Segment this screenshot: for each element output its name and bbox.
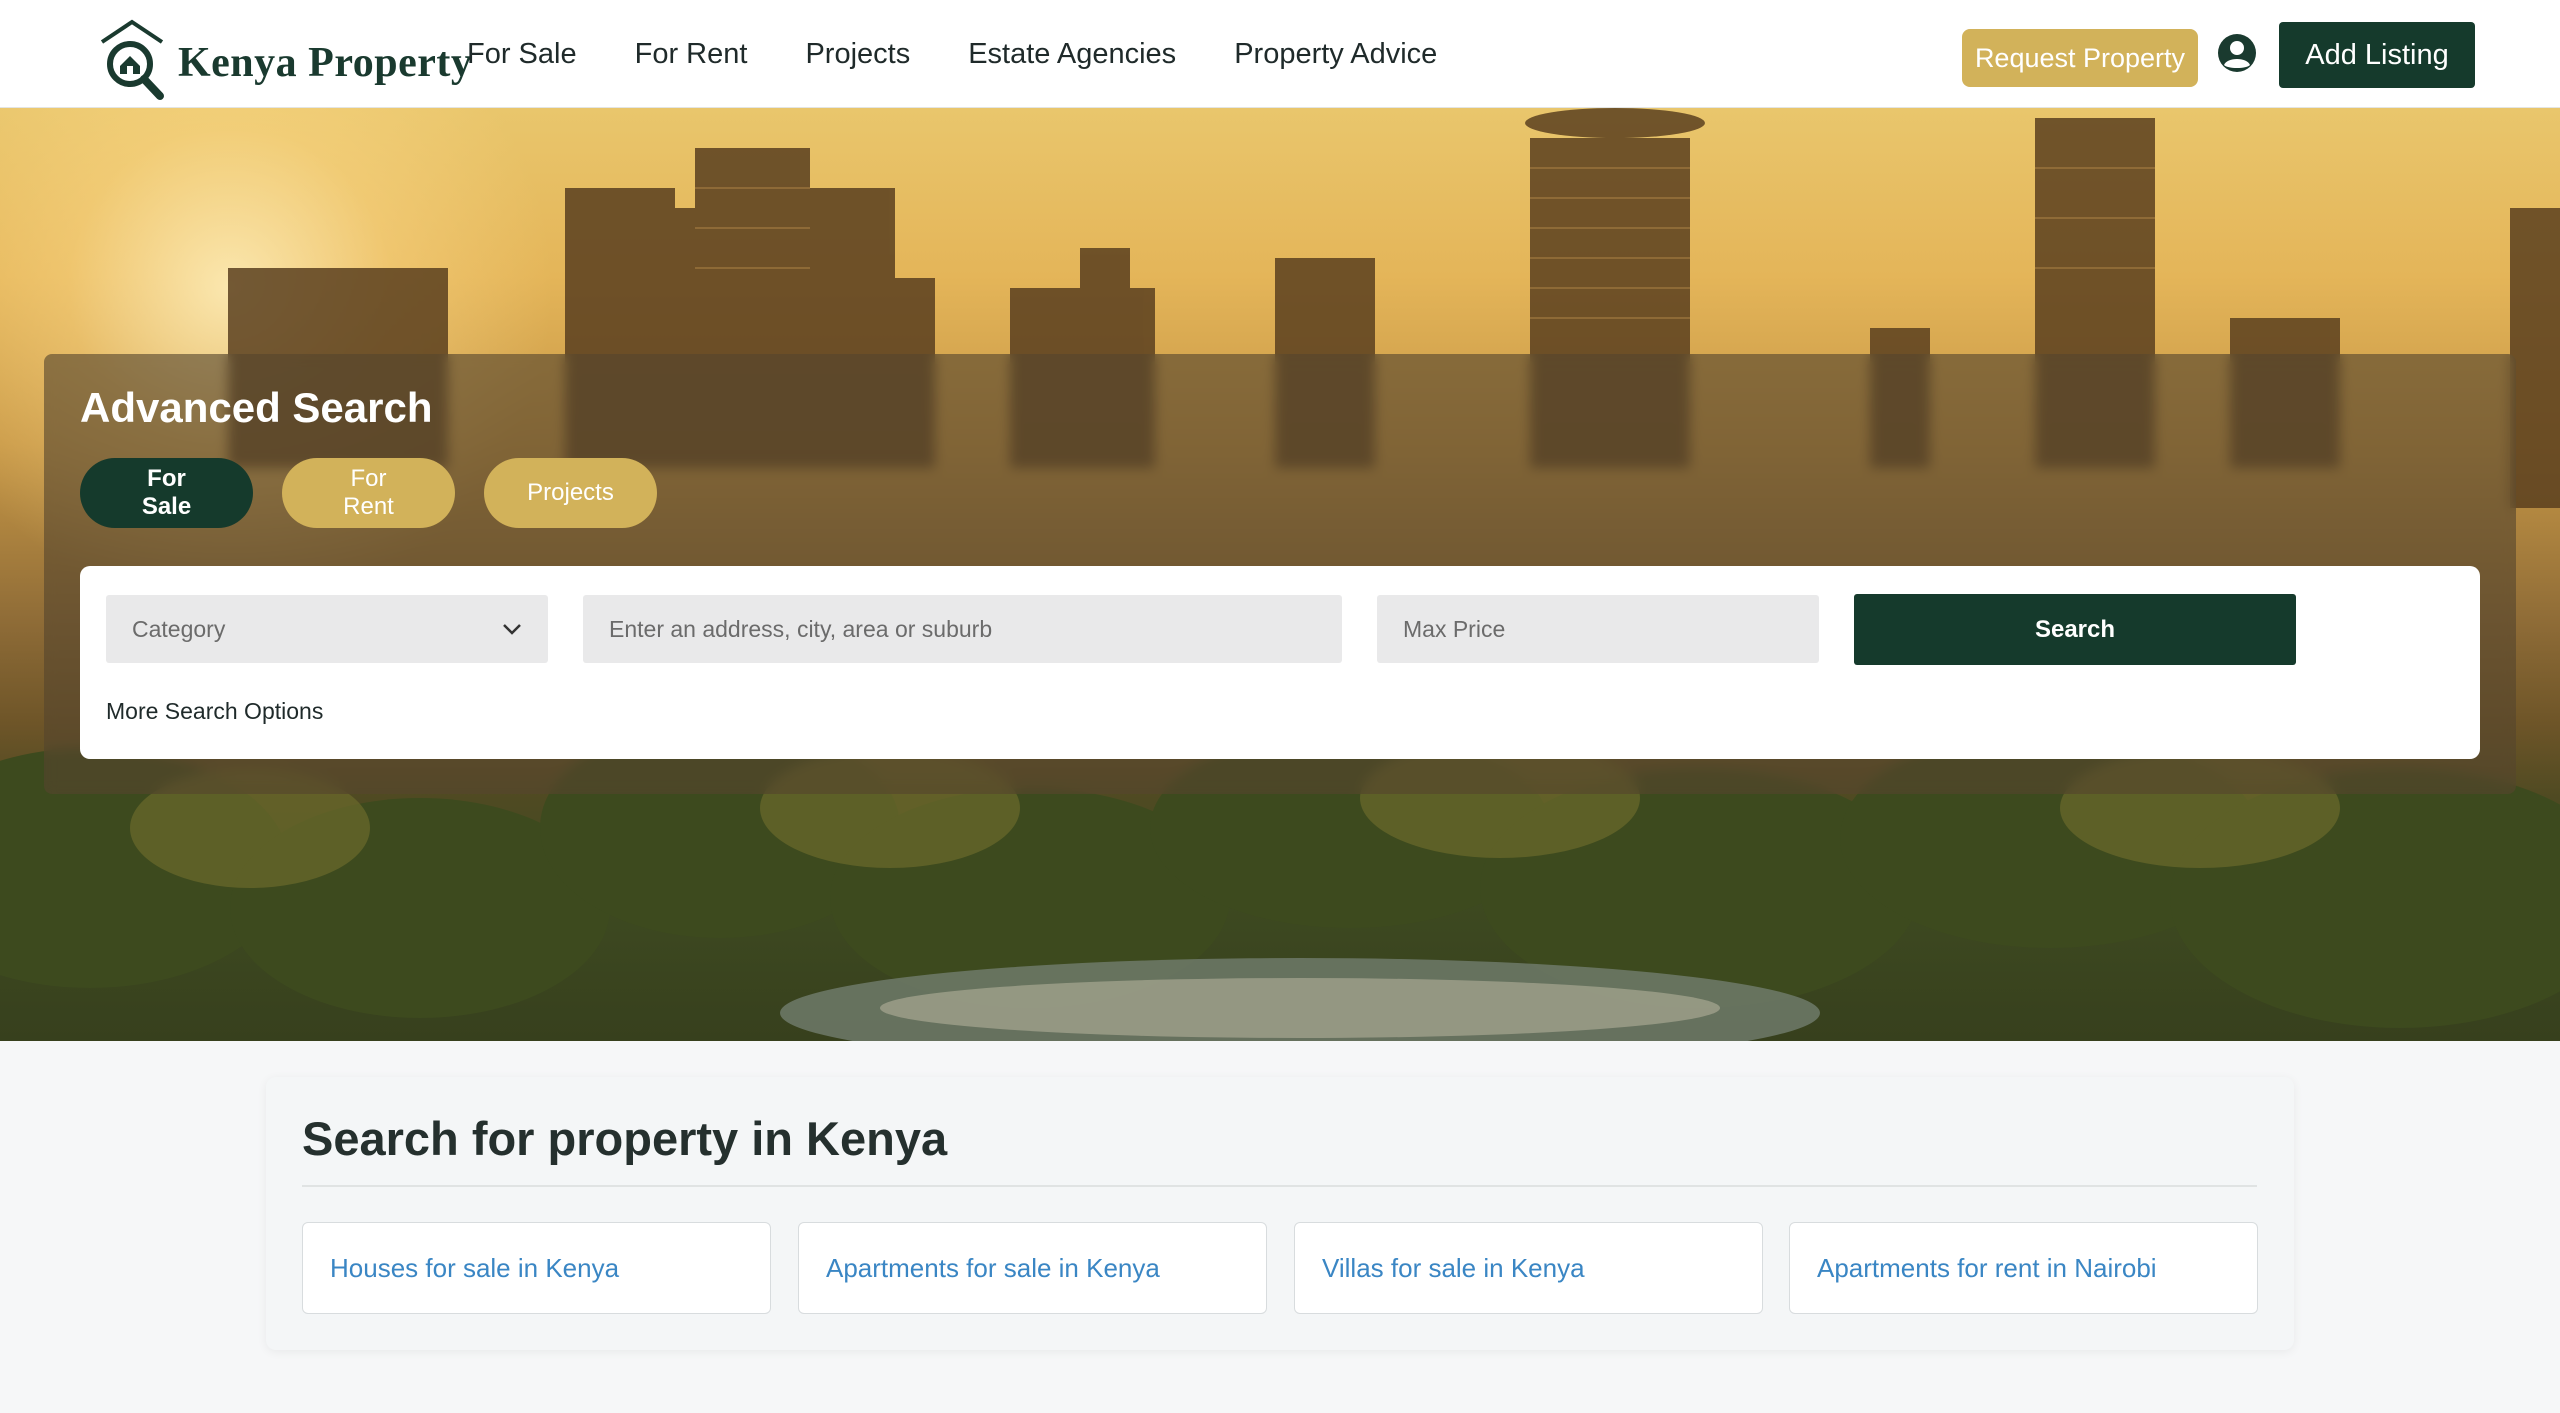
nav-projects[interactable]: Projects — [805, 38, 910, 71]
nav-estate-agencies[interactable]: Estate Agencies — [968, 38, 1176, 71]
site-logo[interactable]: Kenya Property — [96, 18, 472, 102]
search-tabs: For Sale For Rent Projects — [80, 458, 657, 528]
link-apartments-for-rent-nairobi[interactable]: Apartments for rent in Nairobi — [1789, 1222, 2258, 1314]
advanced-search-title: Advanced Search — [80, 384, 433, 431]
tab-for-rent[interactable]: For Rent — [282, 458, 455, 528]
request-property-button[interactable]: Request Property — [1962, 29, 2198, 87]
max-price-input[interactable] — [1403, 595, 1793, 663]
nav-property-advice[interactable]: Property Advice — [1234, 38, 1437, 71]
price-field-wrapper — [1377, 595, 1819, 663]
category-select[interactable]: Category — [106, 595, 548, 663]
address-field-wrapper — [583, 595, 1342, 663]
house-magnifier-logo-icon — [100, 19, 164, 100]
add-listing-button[interactable]: Add Listing — [2279, 22, 2475, 88]
site-header: Kenya Property For Sale For Rent Project… — [0, 0, 2560, 108]
more-search-options-link[interactable]: More Search Options — [106, 698, 323, 725]
nav-for-sale[interactable]: For Sale — [467, 38, 577, 71]
chevron-down-icon — [503, 624, 521, 635]
divider — [302, 1185, 2257, 1187]
category-select-value: Category — [132, 615, 226, 642]
advanced-search-panel: Advanced Search For Sale For Rent Projec… — [44, 354, 2516, 794]
tab-for-sale[interactable]: For Sale — [80, 458, 253, 528]
hero-banner: Advanced Search For Sale For Rent Projec… — [0, 108, 2560, 1041]
user-account-icon[interactable] — [2216, 32, 2258, 74]
address-input[interactable] — [609, 595, 1316, 663]
search-button[interactable]: Search — [1854, 594, 2296, 665]
nav-for-rent[interactable]: For Rent — [635, 38, 748, 71]
link-apartments-for-sale-kenya[interactable]: Apartments for sale in Kenya — [798, 1222, 1267, 1314]
popular-searches-title: Search for property in Kenya — [302, 1112, 948, 1165]
link-houses-for-sale-kenya[interactable]: Houses for sale in Kenya — [302, 1222, 771, 1314]
link-villas-for-sale-kenya[interactable]: Villas for sale in Kenya — [1294, 1222, 1763, 1314]
tab-projects[interactable]: Projects — [484, 458, 657, 528]
search-form: Category Search More Search Options — [80, 566, 2480, 759]
brand-name: Kenya Property — [178, 40, 473, 86]
popular-searches-card: Search for property in Kenya Houses for … — [266, 1077, 2294, 1350]
main-nav: For Sale For Rent Projects Estate Agenci… — [467, 38, 1437, 71]
